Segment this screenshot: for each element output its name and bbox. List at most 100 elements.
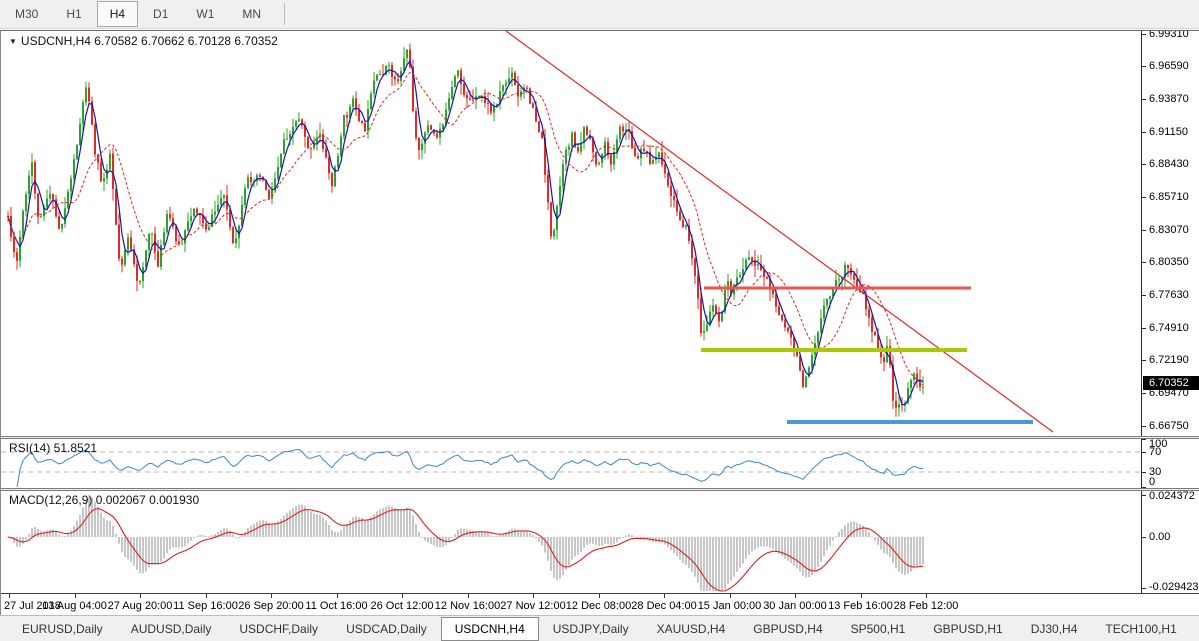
symbol-tab-dj30-h4[interactable]: DJ30,H4 — [1017, 617, 1092, 641]
time-axis-label: 13 Feb 16:00 — [828, 600, 893, 612]
symbol-tab-gbpusd-h4[interactable]: GBPUSD,H4 — [739, 617, 836, 641]
symbol-tab-audusd-daily[interactable]: AUDUSD,Daily — [117, 617, 226, 641]
symbol-tab-eurusd-daily[interactable]: EURUSD,Daily — [8, 617, 117, 641]
macd-axis-tick — [1142, 537, 1146, 538]
macd-label: MACD(12,26,9) 0.002067 0.001930 — [9, 493, 199, 507]
symbol-tab-usdcad-daily[interactable]: USDCAD,Daily — [332, 617, 441, 641]
timeframe-tab-mn[interactable]: MN — [229, 1, 274, 27]
price-axis-tick — [1142, 66, 1146, 67]
time-axis-tick — [9, 594, 10, 598]
price-axis-tick — [1142, 132, 1146, 133]
price-axis-label: 6.91150 — [1149, 127, 1188, 138]
price-axis-label: 6.88430 — [1149, 159, 1189, 170]
rsi-axis-tick — [1142, 452, 1146, 453]
time-axis-label: 30 Jan 00:00 — [763, 600, 827, 612]
price-axis-label: 6.66750 — [1149, 421, 1189, 432]
macd-axis-tick — [1142, 495, 1146, 496]
trading-app: M30H1H4D1W1MN ▼ USDCNH,H4 6.70582 6.70662… — [0, 0, 1199, 641]
chart-window: ▼ USDCNH,H4 6.70582 6.70662 6.70128 6.703… — [0, 30, 1199, 641]
price-axis-label: 6.93870 — [1149, 94, 1189, 105]
timeframe-tab-d1[interactable]: D1 — [140, 1, 181, 27]
rsi-axis-tick — [1142, 472, 1146, 473]
time-axis-tick — [402, 594, 403, 598]
symbol-tab-gbpusd-h1[interactable]: GBPUSD,H1 — [919, 617, 1016, 641]
price-axis-tick — [1142, 230, 1146, 231]
timeframe-tab-h4[interactable]: H4 — [97, 1, 138, 27]
rsi-plot[interactable] — [1, 439, 1141, 488]
time-axis-tick — [75, 594, 76, 598]
candlestick-chart[interactable] — [1, 31, 1141, 437]
symbol-tab-ukoil-[interactable]: UKOil, — [1191, 617, 1199, 641]
macd-panel[interactable]: MACD(12,26,9) 0.002067 0.001930 0.024372… — [1, 491, 1199, 593]
chart-title: ▼ USDCNH,H4 6.70582 6.70662 6.70128 6.703… — [9, 34, 278, 48]
price-axis-tick — [1142, 99, 1146, 100]
chart-ohlc-values: 6.70582 6.70662 6.70128 6.70352 — [94, 34, 278, 48]
price-axis-label: 6.99310 — [1149, 30, 1189, 40]
time-axis-tick — [533, 594, 534, 598]
timeframe-tabs: M30H1H4D1W1MN — [0, 1, 274, 27]
chart-symbol: USDCNH,H4 — [21, 34, 91, 48]
time-axis-label: 13 Aug 04:00 — [42, 600, 107, 612]
symbol-tab-usdjpy-daily[interactable]: USDJPY,Daily — [539, 617, 643, 641]
symbol-tabbar: EURUSD,DailyAUDUSD,DailyUSDCHF,DailyUSDC… — [0, 615, 1199, 641]
time-axis: 27 Jul 201813 Aug 04:0027 Aug 20:0011 Se… — [1, 593, 1199, 617]
price-axis-label: 6.74910 — [1149, 323, 1189, 334]
time-axis-tick — [926, 594, 927, 598]
symbol-tab-tech100-h1[interactable]: TECH100,H1 — [1091, 617, 1190, 641]
rsi-axis: 10070300 — [1141, 439, 1199, 488]
toolbar-separator — [284, 3, 285, 25]
current-price-tag: 6.70352 — [1143, 376, 1199, 390]
rsi-label: RSI(14) 51.8521 — [9, 441, 97, 455]
time-axis-label: 15 Jan 00:00 — [698, 600, 762, 612]
rsi-axis-label: 0 — [1149, 477, 1155, 488]
time-axis-label: 28 Feb 12:00 — [894, 600, 959, 612]
macd-axis-label: -0.029423 — [1149, 582, 1199, 593]
price-axis: 6.993106.965906.938706.911506.884306.857… — [1141, 31, 1199, 437]
time-axis-label: 27 Nov 12:00 — [500, 600, 565, 612]
time-axis-tick — [730, 594, 731, 598]
price-axis-tick — [1142, 393, 1146, 394]
rsi-axis-tick — [1142, 439, 1146, 440]
price-axis-tick — [1142, 360, 1146, 361]
macd-axis-label: 0.00 — [1149, 532, 1170, 543]
time-axis-label: 12 Nov 16:00 — [435, 600, 500, 612]
symbol-tab-usdcnh-h4[interactable]: USDCNH,H4 — [441, 617, 539, 641]
price-axis-tick — [1142, 295, 1146, 296]
timeframe-tab-h1[interactable]: H1 — [53, 1, 94, 27]
time-axis-tick — [468, 594, 469, 598]
price-axis-label: 6.83070 — [1149, 225, 1189, 236]
time-axis-label: 26 Oct 12:00 — [371, 600, 434, 612]
price-axis-tick — [1142, 197, 1146, 198]
time-axis-label: 12 Dec 08:00 — [566, 600, 631, 612]
price-axis-label: 6.80350 — [1149, 257, 1189, 268]
price-axis-label: 6.77630 — [1149, 290, 1189, 301]
timeframe-tab-w1[interactable]: W1 — [183, 1, 227, 27]
macd-axis: 0.024372 0.00 -0.029423 — [1141, 491, 1199, 593]
price-axis-tick — [1142, 262, 1146, 263]
chart-dropdown-icon[interactable]: ▼ — [9, 37, 17, 46]
time-axis-tick — [861, 594, 862, 598]
time-axis-label: 28 Dec 04:00 — [631, 600, 696, 612]
rsi-axis-label: 70 — [1149, 447, 1161, 458]
time-axis-label: 26 Sep 20:00 — [238, 600, 303, 612]
symbol-tab-usdchf-daily[interactable]: USDCHF,Daily — [225, 617, 332, 641]
timeframe-tab-m30[interactable]: M30 — [2, 1, 51, 27]
time-axis-tick — [599, 594, 600, 598]
rsi-panel[interactable]: RSI(14) 51.8521 10070300 — [1, 439, 1199, 488]
time-axis-label: 27 Aug 20:00 — [108, 600, 173, 612]
time-axis-label: 11 Sep 16:00 — [173, 600, 238, 612]
price-axis-tick — [1142, 164, 1146, 165]
time-axis-tick — [795, 594, 796, 598]
time-axis-tick — [206, 594, 207, 598]
symbol-tab-sp500-h1[interactable]: SP500,H1 — [837, 617, 920, 641]
macd-axis-label: 0.024372 — [1149, 491, 1195, 502]
time-axis-tick — [337, 594, 338, 598]
timeframe-toolbar: M30H1H4D1W1MN — [0, 0, 1199, 29]
price-chart-panel[interactable]: ▼ USDCNH,H4 6.70582 6.70662 6.70128 6.703… — [1, 30, 1199, 437]
symbol-tab-xauusd-h4[interactable]: XAUUSD,H4 — [643, 617, 740, 641]
price-axis-tick — [1142, 426, 1146, 427]
time-axis-tick — [664, 594, 665, 598]
time-axis-tick — [271, 594, 272, 598]
macd-axis-tick — [1142, 588, 1146, 589]
price-axis-label: 6.96590 — [1149, 61, 1189, 72]
